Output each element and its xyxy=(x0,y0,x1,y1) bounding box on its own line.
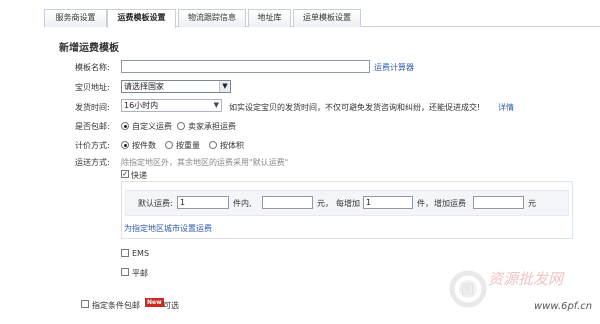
default-qty-unit: 件内, xyxy=(233,199,252,208)
by-weight-label: 按重量 xyxy=(176,141,200,150)
ship-time-select[interactable]: 16小时内 ▼ xyxy=(121,99,222,112)
watermark-title: 资源批发网 xyxy=(488,270,565,288)
add-fee-label: 增加运费 xyxy=(434,199,466,208)
tab-freight-template[interactable]: 运费模板设置 xyxy=(107,9,176,28)
watermark-url: www.6pf.cn xyxy=(534,301,592,312)
tab-logistics-tracking[interactable]: 物流跟踪信息 xyxy=(178,9,246,27)
free-shipping-label: 是否包邮: xyxy=(75,122,110,131)
by-volume-label: 按体积 xyxy=(220,141,244,150)
ems-label: EMS xyxy=(132,249,150,258)
page-title: 新增运费模板 xyxy=(59,43,119,54)
seller-pays-label: 卖家承担运费 xyxy=(188,122,236,131)
conditional-free-checkbox[interactable] xyxy=(81,300,89,308)
template-name-input[interactable] xyxy=(121,60,370,73)
add-price-input[interactable] xyxy=(473,196,524,209)
each-add-label: 每增加 xyxy=(336,199,360,208)
watermark-glyph: 图 xyxy=(461,283,474,298)
ship-time-label: 发货时间: xyxy=(75,103,110,112)
add-price-unit: 元 xyxy=(528,199,536,208)
region-freight-link[interactable]: 为指定地区城市设置运费 xyxy=(124,223,212,234)
ship-address-label: 宝贝地址: xyxy=(75,83,110,92)
watermark-graphic: 图 资源批发网 www.6pf.cn xyxy=(449,270,592,312)
ship-address-select[interactable]: 请选择国家 ▼ xyxy=(121,80,231,93)
express-label: 快递 xyxy=(131,171,147,180)
delivery-hint: 除指定地区外，其余地区的运费采用"默认运费" xyxy=(121,158,289,167)
chevron-down-icon: ▼ xyxy=(213,101,219,109)
custom-freight-radio[interactable] xyxy=(121,122,129,130)
tab-address-book[interactable]: 地址库 xyxy=(248,9,291,27)
post-checkbox[interactable] xyxy=(121,268,129,276)
default-fee-row: 默认运费: 1 件内, 元， 每增加 1 件， 增加运费 元 xyxy=(125,190,569,216)
delivery-label: 运送方式: xyxy=(75,158,110,167)
default-price-unit: 元， xyxy=(317,199,333,208)
tab-bar: 服务商设置 运费模板设置 物流跟踪信息 地址库 运单模板设置 xyxy=(0,0,600,28)
default-qty-input[interactable]: 1 xyxy=(177,196,229,209)
ems-checkbox[interactable] xyxy=(121,249,129,257)
freight-calculator-link[interactable]: 运费计算器 xyxy=(374,62,414,73)
ship-address-value: 请选择国家 xyxy=(124,82,164,91)
by-volume-radio[interactable] xyxy=(209,141,217,149)
ship-time-detail-link[interactable]: 详情 xyxy=(498,102,514,113)
tab-provider-settings[interactable]: 服务商设置 xyxy=(44,9,107,27)
post-label: 平邮 xyxy=(132,269,148,278)
default-price-input[interactable] xyxy=(262,196,313,209)
tab-waybill-template[interactable]: 运单模板设置 xyxy=(293,9,361,27)
express-checkbox[interactable]: ✓ xyxy=(121,170,129,178)
default-fee-label: 默认运费: xyxy=(138,199,173,208)
template-name-label: 模板名称: xyxy=(75,63,110,72)
by-quantity-label: 按件数 xyxy=(132,141,156,150)
ship-time-value: 16小时内 xyxy=(124,101,159,110)
pricing-label: 计价方式: xyxy=(75,141,110,150)
conditional-free-label: 指定条件包邮 xyxy=(92,301,140,310)
conditional-free-suffix: 可选 xyxy=(163,301,179,310)
add-qty-input[interactable]: 1 xyxy=(363,196,413,209)
watermark-logo: 图 资源批发网 www.6pf.cn xyxy=(448,262,598,322)
ship-time-hint: 如实设定宝贝的发货时间，不仅可避免发货咨询和纠纷，还能促进成交! xyxy=(229,103,481,112)
chevron-down-icon: ▼ xyxy=(219,81,230,92)
by-quantity-radio[interactable] xyxy=(121,141,129,149)
express-settings-panel: 默认运费: 1 件内, 元， 每增加 1 件， 增加运费 元 为指定地区城市设置… xyxy=(121,181,573,239)
new-badge: New xyxy=(145,298,164,307)
custom-freight-label: 自定义运费 xyxy=(132,122,172,131)
add-qty-unit: 件， xyxy=(417,199,433,208)
seller-pays-radio[interactable] xyxy=(177,122,185,130)
by-weight-radio[interactable] xyxy=(165,141,173,149)
